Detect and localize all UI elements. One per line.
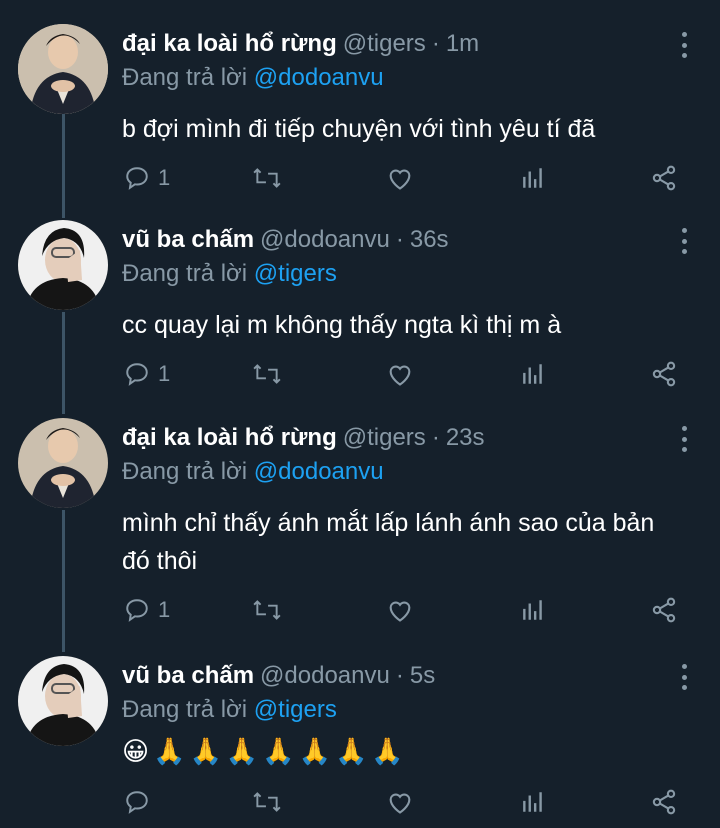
username[interactable]: @dodoanvu (260, 226, 390, 254)
reply-icon (126, 791, 148, 814)
share-button[interactable] (650, 158, 678, 198)
folded-hands-emoji: 🙏 (189, 736, 222, 766)
avatar[interactable] (18, 220, 108, 310)
reply-button[interactable]: 1 (124, 590, 170, 630)
more-options-icon[interactable] (672, 228, 696, 254)
retweet-button[interactable] (252, 590, 282, 630)
folded-hands-emoji: 🙏 (334, 736, 368, 766)
analytics-icon (523, 168, 542, 188)
retweet-icon (253, 364, 281, 384)
replying-to: Đang trả lời @dodoanvu (122, 458, 384, 486)
reply-count: 1 (158, 165, 171, 190)
share-icon (652, 165, 676, 191)
separator: · (395, 226, 404, 253)
replying-to: Đang trả lời @tigers (122, 696, 337, 724)
analytics-button[interactable] (520, 782, 546, 822)
more-options-icon[interactable] (672, 426, 696, 452)
action-bar: 1 (0, 354, 720, 394)
retweet-button[interactable] (252, 354, 282, 394)
share-icon (652, 597, 676, 623)
avatar[interactable] (18, 418, 108, 508)
tweet-text: cc quay lại m không thấy ngta kì thị m à (122, 311, 562, 339)
analytics-button[interactable] (520, 158, 546, 198)
action-bar: 1 (0, 590, 720, 630)
username[interactable]: @tigers (343, 424, 426, 452)
reply-count: 1 (158, 597, 171, 622)
separator: · (431, 30, 440, 57)
reply-button[interactable]: 1 (124, 158, 170, 198)
retweet-icon (253, 168, 281, 188)
reply-icon (126, 599, 148, 622)
like-button[interactable] (386, 158, 414, 198)
more-options-icon[interactable] (672, 664, 696, 690)
display-name[interactable]: đại ka loài hổ rừng (122, 30, 337, 58)
display-name[interactable]: đại ka loài hổ rừng (122, 424, 337, 452)
reply-button[interactable] (124, 782, 158, 822)
retweet-icon (253, 600, 281, 620)
thread-line (62, 510, 65, 652)
analytics-icon (523, 364, 542, 384)
reply-icon (126, 363, 148, 386)
like-button[interactable] (386, 782, 414, 822)
replying-to-label: Đang trả lời (122, 64, 248, 91)
tweet-text-line: đó thôi (122, 547, 198, 575)
replying-to-label: Đang trả lời (122, 696, 248, 723)
action-bar: 1 (0, 158, 720, 198)
mention-link[interactable]: @dodoanvu (254, 458, 384, 485)
tweet-text-line: mình chỉ thấy ánh mắt lấp lánh ánh sao c… (122, 509, 655, 537)
analytics-icon (523, 792, 542, 812)
share-icon (652, 361, 676, 387)
separator: · (431, 424, 440, 451)
replying-to-label: Đang trả lời (122, 260, 248, 287)
username[interactable]: @dodoanvu (260, 662, 390, 690)
like-icon (389, 365, 411, 386)
share-button[interactable] (650, 590, 678, 630)
retweet-icon (253, 792, 281, 812)
mention-link[interactable]: @tigers (254, 260, 337, 287)
action-bar (0, 782, 720, 822)
retweet-button[interactable] (252, 782, 282, 822)
more-options-icon[interactable] (672, 32, 696, 58)
reply-icon (126, 167, 148, 190)
folded-hands-emoji: 🙏 (153, 736, 186, 766)
replying-to: Đang trả lời @dodoanvu (122, 64, 384, 92)
grinning-face-emoji: 😀 (122, 736, 150, 766)
avatar[interactable] (18, 24, 108, 114)
timestamp[interactable]: 36s (410, 226, 449, 254)
mention-link[interactable]: @dodoanvu (254, 64, 384, 91)
folded-hands-emoji: 🙏 (298, 736, 331, 766)
tweet-text: b đợi mình đi tiếp chuyện với tình yêu t… (122, 115, 596, 143)
avatar[interactable] (18, 656, 108, 746)
tweet-text: mình chỉ thấy ánh mắt lấp lánh ánh sao c… (122, 504, 692, 580)
retweet-button[interactable] (252, 158, 282, 198)
analytics-button[interactable] (520, 590, 546, 630)
mention-link[interactable]: @tigers (254, 696, 337, 723)
share-button[interactable] (650, 354, 678, 394)
replying-to-label: Đang trả lời (122, 458, 248, 485)
timestamp[interactable]: 23s (446, 424, 485, 452)
display-name[interactable]: vũ ba chấm (122, 662, 254, 690)
folded-hands-emoji: 🙏 (371, 736, 404, 766)
replying-to: Đang trả lời @tigers (122, 260, 337, 288)
timestamp[interactable]: 1m (446, 30, 479, 58)
folded-hands-emoji: 🙏 (225, 736, 259, 766)
analytics-button[interactable] (520, 354, 546, 394)
share-icon (652, 789, 676, 815)
like-button[interactable] (386, 590, 414, 630)
like-icon (389, 601, 411, 622)
reply-button[interactable]: 1 (124, 354, 170, 394)
tweet-emoji-text: 😀 🙏 🙏 🙏 🙏 🙏 🙏 🙏 (122, 736, 692, 766)
share-button[interactable] (650, 782, 678, 822)
like-icon (389, 793, 411, 814)
like-button[interactable] (386, 354, 414, 394)
folded-hands-emoji: 🙏 (262, 736, 295, 766)
separator: · (395, 662, 404, 689)
like-icon (389, 169, 411, 190)
analytics-icon (523, 600, 542, 620)
timestamp[interactable]: 5s (410, 662, 435, 690)
reply-count: 1 (158, 361, 171, 386)
display-name[interactable]: vũ ba chấm (122, 226, 254, 254)
username[interactable]: @tigers (343, 30, 426, 58)
